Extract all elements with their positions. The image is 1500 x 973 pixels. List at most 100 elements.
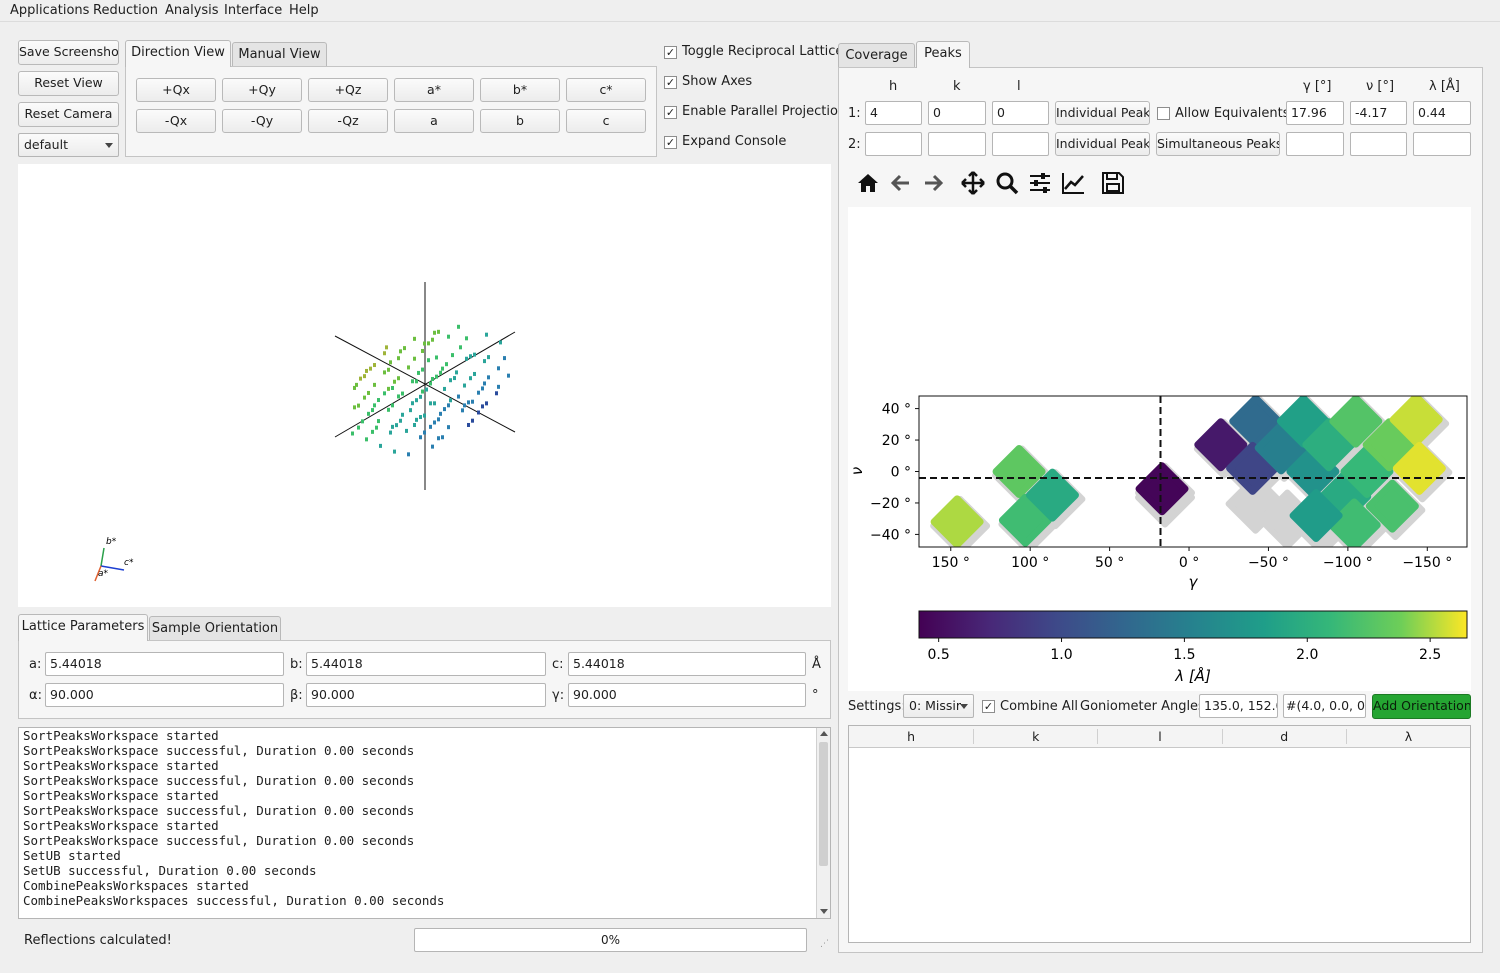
header-nu: ν [°] <box>1366 79 1395 94</box>
row1-k-input[interactable]: 0 <box>928 101 986 125</box>
reciprocal-lattice-viewport[interactable]: b* c* a* <box>18 164 831 607</box>
goniometer-angles-input[interactable]: 135.0, 152.0) <box>1199 694 1278 718</box>
view-c-button[interactable]: c <box>566 109 646 133</box>
forward-arrow-icon[interactable] <box>920 170 946 196</box>
lattice-point <box>421 367 424 372</box>
view-minus-qx-button[interactable]: -Qx <box>136 109 216 133</box>
table-column-header-d[interactable]: d <box>1221 729 1346 744</box>
lattice-point <box>387 407 390 412</box>
tab-sample-orientation[interactable]: Sample Orientation <box>149 616 281 641</box>
lattice-b-input[interactable]: 5.44018 <box>306 652 546 676</box>
reset-view-button[interactable]: Reset View <box>18 71 119 96</box>
view-b-star-button[interactable]: b* <box>480 78 560 102</box>
reset-camera-button[interactable]: Reset Camera <box>18 102 119 127</box>
view-a-button[interactable]: a <box>394 109 474 133</box>
table-column-header-h[interactable]: h <box>849 729 973 744</box>
lattice-gamma-input[interactable]: 90.000 <box>568 683 806 707</box>
console-log[interactable]: SortPeaksWorkspace started SortPeaksWorks… <box>18 727 831 919</box>
view-a-star-button[interactable]: a* <box>394 78 474 102</box>
resize-grip-icon[interactable]: ⋰ <box>820 940 830 952</box>
tab-manual-view[interactable]: Manual View <box>232 42 327 67</box>
row2-h-input[interactable] <box>865 132 922 156</box>
show-axes-checkbox[interactable]: ✓ <box>664 76 677 89</box>
row2-gamma-input[interactable] <box>1286 132 1344 156</box>
lattice-a-input[interactable]: 5.44018 <box>45 652 284 676</box>
view-minus-qz-button[interactable]: -Qz <box>308 109 388 133</box>
tab-direction-view[interactable]: Direction View <box>125 40 231 67</box>
plot-canvas[interactable]: 150 ° 100 ° 50 ° 0 ° −50 ° −100 ° −150 ° 40 ° 2… <box>848 207 1471 691</box>
row1-lambda-input[interactable]: 0.44 <box>1413 101 1471 125</box>
view-b-button[interactable]: b <box>480 109 560 133</box>
add-orientation-button[interactable]: Add Orientation <box>1372 694 1471 719</box>
row2-individual-peak-button[interactable]: Individual Peak <box>1055 132 1150 156</box>
lattice-point <box>431 337 434 342</box>
camera-mode-select[interactable]: default <box>18 133 119 157</box>
lattice-alpha-input[interactable]: 90.000 <box>45 683 284 707</box>
row2-k-input[interactable] <box>928 132 986 156</box>
save-screenshot-button[interactable]: Save Screenshot <box>18 40 119 65</box>
console-line: SortPeaksWorkspace successful, Duration … <box>23 803 415 818</box>
settings-select[interactable]: 0: Missir <box>903 694 974 718</box>
lattice-point <box>485 332 488 337</box>
lattice-beta-input[interactable]: 90.000 <box>306 683 546 707</box>
scroll-down-icon[interactable] <box>820 909 828 914</box>
configure-subplots-icon[interactable] <box>1027 170 1053 196</box>
view-plus-qy-button[interactable]: +Qy <box>222 78 302 102</box>
status-message: Reflections calculated! <box>24 933 172 948</box>
row1-l-input[interactable]: 0 <box>992 101 1049 125</box>
row2-l-input[interactable] <box>992 132 1049 156</box>
row1-individual-peak-button[interactable]: Individual Peak <box>1055 101 1150 125</box>
lattice-point <box>409 408 412 413</box>
menu-reduction[interactable]: Reduction <box>93 3 158 18</box>
view-plus-qz-button[interactable]: +Qz <box>308 78 388 102</box>
row1-gamma-input[interactable]: 17.96 <box>1286 101 1344 125</box>
lattice-c-input[interactable]: 5.44018 <box>568 652 806 676</box>
tab-lattice-parameters[interactable]: Lattice Parameters <box>18 614 148 641</box>
row1-index: 1: <box>848 106 861 121</box>
lattice-point <box>459 345 462 350</box>
lattice-point <box>391 385 394 390</box>
console-scrollbar[interactable] <box>816 728 830 918</box>
colorbar-tick-label: 1.5 <box>1173 647 1195 663</box>
tab-coverage[interactable]: Coverage <box>838 43 915 68</box>
scroll-up-icon[interactable] <box>820 731 828 736</box>
zoom-icon[interactable] <box>994 170 1020 196</box>
lattice-point <box>397 376 400 381</box>
menu-analysis[interactable]: Analysis <box>165 3 219 18</box>
lattice-point <box>419 435 422 440</box>
lattice-point <box>387 386 390 391</box>
table-column-header-l[interactable]: l <box>1097 729 1221 744</box>
edit-axis-icon[interactable] <box>1060 170 1086 196</box>
tab-peaks[interactable]: Peaks <box>916 41 970 68</box>
row1-h-input[interactable]: 4 <box>865 101 922 125</box>
peaks-table[interactable]: hkldλ <box>848 725 1471 943</box>
table-column-header-k[interactable]: k <box>973 729 1097 744</box>
console-scroll-thumb[interactable] <box>819 742 828 866</box>
view-plus-qx-button[interactable]: +Qx <box>136 78 216 102</box>
view-c-star-button[interactable]: c* <box>566 78 646 102</box>
home-icon[interactable] <box>855 170 881 196</box>
row2-nu-input[interactable] <box>1350 132 1407 156</box>
pan-icon[interactable] <box>960 170 986 196</box>
row2-lambda-input[interactable] <box>1413 132 1471 156</box>
lattice-point <box>415 398 418 403</box>
table-column-header-λ[interactable]: λ <box>1345 729 1470 744</box>
allow-equivalents-checkbox[interactable] <box>1157 107 1170 120</box>
expand-console-checkbox[interactable]: ✓ <box>664 136 677 149</box>
header-lambda: λ [Å] <box>1429 79 1460 94</box>
menu-help[interactable]: Help <box>289 3 319 18</box>
row1-nu-input[interactable]: -4.17 <box>1350 101 1407 125</box>
menu-applications[interactable]: Applications <box>10 3 89 18</box>
save-icon[interactable] <box>1100 170 1126 196</box>
back-arrow-icon[interactable] <box>888 170 914 196</box>
view-minus-qy-button[interactable]: -Qy <box>222 109 302 133</box>
lattice-a-label: a: <box>29 657 42 672</box>
y-tick-label: 0 ° <box>891 465 911 481</box>
lattice-point <box>437 417 440 422</box>
simultaneous-peaks-button[interactable]: Simultaneous Peaks <box>1156 132 1280 156</box>
menu-interface[interactable]: Interface <box>224 3 282 18</box>
goniometer-axes-input[interactable]: #(4.0, 0.0, 0.0) <box>1283 694 1366 718</box>
toggle-reciprocal-lattice-checkbox[interactable]: ✓ <box>664 46 677 59</box>
parallel-projection-checkbox[interactable]: ✓ <box>664 106 677 119</box>
combine-all-checkbox[interactable]: ✓ <box>982 700 995 713</box>
